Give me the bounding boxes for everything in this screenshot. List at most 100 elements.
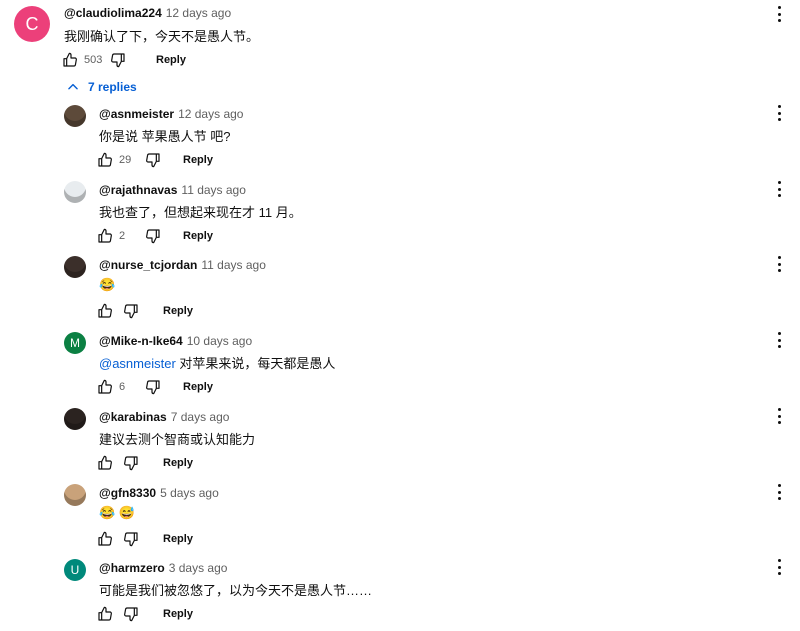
comment-author[interactable]: @karabinas (99, 410, 167, 424)
comment-author[interactable]: @asnmeister (99, 107, 174, 121)
comment-body: 我也查了，但想起来现在才 11 月。 (99, 202, 302, 221)
reply-comment: @rajathnavas 11 days ago 我也查了，但想起来现在才 11 … (0, 181, 800, 253)
thumbs-down-icon[interactable] (145, 152, 161, 168)
comment-time[interactable]: 11 days ago (181, 183, 246, 197)
comment-header: @Mike-n-Ike64 10 days ago (99, 334, 252, 348)
reply-comment: @asnmeister 12 days ago 你是说 苹果愚人节 吧? 29 R… (0, 105, 800, 177)
chevron-up-icon (68, 83, 78, 90)
like-count: 6 (119, 381, 126, 393)
thumbs-up-icon[interactable] (97, 303, 113, 319)
more-options-icon[interactable] (776, 408, 782, 424)
avatar[interactable] (64, 256, 86, 278)
comment-body: 可能是我们被忽悠了，以为今天不是愚人节…… (99, 580, 372, 599)
avatar[interactable]: U (64, 559, 86, 581)
comment-body: 😂 (99, 277, 115, 293)
avatar[interactable] (64, 484, 86, 506)
thumbs-up-icon[interactable] (97, 606, 113, 622)
thumbs-up-icon[interactable] (97, 228, 113, 244)
comment-time[interactable]: 3 days ago (169, 561, 228, 575)
comment-text: 可能是我们被忽悠了，以为今天不是愚人节…… (99, 583, 373, 598)
thumbs-up-icon[interactable] (97, 152, 113, 168)
comment-actions: 29 Reply (97, 151, 297, 169)
thumbs-down-icon[interactable] (123, 606, 139, 622)
comment-header: @claudiolima224 12 days ago (64, 6, 231, 20)
thumbs-up-icon[interactable] (97, 531, 113, 547)
reply-comment: U @harmzero 3 days ago 可能是我们被忽悠了，以为今天不是愚人… (0, 559, 800, 631)
mention-link[interactable]: @asnmeister (99, 356, 176, 371)
avatar[interactable] (64, 408, 86, 430)
comment-time[interactable]: 10 days ago (187, 334, 252, 348)
comment-time[interactable]: 5 days ago (160, 486, 219, 500)
reply-button[interactable]: Reply (163, 305, 193, 317)
comment-author[interactable]: @claudiolima224 (64, 6, 162, 20)
reply-button[interactable]: Reply (163, 457, 193, 469)
comment-header: @karabinas 7 days ago (99, 410, 229, 424)
reply-comment: M @Mike-n-Ike64 10 days ago @asnmeister 对… (0, 332, 800, 404)
like-count: 503 (84, 54, 103, 66)
thumbs-down-icon[interactable] (145, 228, 161, 244)
replies-toggle[interactable]: 7 replies (66, 80, 137, 94)
comment-actions: 2 Reply (97, 227, 297, 245)
thumbs-up-icon[interactable] (97, 455, 113, 471)
reply-button[interactable]: Reply (163, 533, 193, 545)
reply-comment: @gfn8330 5 days ago 😂 😅 Reply (0, 484, 800, 556)
comment-header: @nurse_tcjordan 11 days ago (99, 258, 266, 272)
comment-time[interactable]: 7 days ago (171, 410, 230, 424)
avatar[interactable]: M (64, 332, 86, 354)
comment-text: 建议去测个智商或认知能力 (99, 432, 256, 447)
comment-author[interactable]: @Mike-n-Ike64 (99, 334, 183, 348)
comment-actions: 6 Reply (97, 378, 297, 396)
comment-header: @harmzero 3 days ago (99, 561, 227, 575)
thumbs-down-icon[interactable] (110, 52, 126, 68)
avatar-letter: C (25, 13, 39, 34)
comment-actions: Reply (97, 302, 297, 320)
reply-comment: @karabinas 7 days ago 建议去测个智商或认知能力 Reply (0, 408, 800, 480)
comment-actions: Reply (97, 454, 297, 472)
thumbs-up-icon[interactable] (97, 379, 113, 395)
thumbs-down-icon[interactable] (123, 531, 139, 547)
comment-author[interactable]: @rajathnavas (99, 183, 177, 197)
reply-button[interactable]: Reply (183, 230, 213, 242)
like-count: 29 (119, 154, 132, 166)
avatar-letter: M (70, 336, 80, 350)
reply-button[interactable]: Reply (183, 381, 213, 393)
more-options-icon[interactable] (776, 256, 782, 272)
comment-actions: Reply (97, 605, 297, 623)
avatar[interactable]: C (14, 6, 50, 42)
comment-text: 😂 (99, 277, 116, 292)
more-options-icon[interactable] (776, 559, 782, 575)
comment-text: 我刚确认了下，今天不是愚人节。 (64, 29, 260, 44)
comment-author[interactable]: @gfn8330 (99, 486, 156, 500)
avatar[interactable] (64, 105, 86, 127)
comment-time[interactable]: 12 days ago (178, 107, 243, 121)
comment-actions: 503 Reply (62, 51, 262, 69)
like-count: 2 (119, 230, 126, 242)
thumbs-down-icon[interactable] (123, 455, 139, 471)
thumbs-down-icon[interactable] (145, 379, 161, 395)
more-options-icon[interactable] (776, 105, 782, 121)
comment-author[interactable]: @nurse_tcjordan (99, 258, 197, 272)
more-options-icon[interactable] (776, 332, 782, 348)
comment-text: 对苹果来说，每天都是愚人 (175, 356, 336, 371)
more-options-icon[interactable] (776, 181, 782, 197)
more-options-icon[interactable] (776, 484, 782, 500)
comment-time[interactable]: 11 days ago (201, 258, 266, 272)
thumbs-up-icon[interactable] (62, 52, 78, 68)
top-comment: C @claudiolima224 12 days ago 我刚确认了下，今天不是… (0, 0, 800, 80)
comment-text: 😂 😅 (99, 505, 135, 520)
reply-comment: @nurse_tcjordan 11 days ago 😂 Reply (0, 256, 800, 328)
avatar[interactable] (64, 181, 86, 203)
comment-actions: Reply (97, 530, 297, 548)
comment-author[interactable]: @harmzero (99, 561, 165, 575)
comment-body: 你是说 苹果愚人节 吧? (99, 126, 230, 145)
comment-text: 你是说 苹果愚人节 吧? (99, 129, 231, 144)
comment-header: @rajathnavas 11 days ago (99, 183, 246, 197)
comment-text: 我也查了，但想起来现在才 11 月。 (99, 205, 302, 220)
reply-button[interactable]: Reply (183, 154, 213, 166)
more-options-icon[interactable] (776, 6, 782, 22)
avatar-letter: U (70, 563, 80, 577)
replies-toggle-label: 7 replies (88, 80, 137, 94)
thumbs-down-icon[interactable] (123, 303, 139, 319)
reply-button[interactable]: Reply (156, 54, 186, 66)
comment-time[interactable]: 12 days ago (166, 6, 231, 20)
